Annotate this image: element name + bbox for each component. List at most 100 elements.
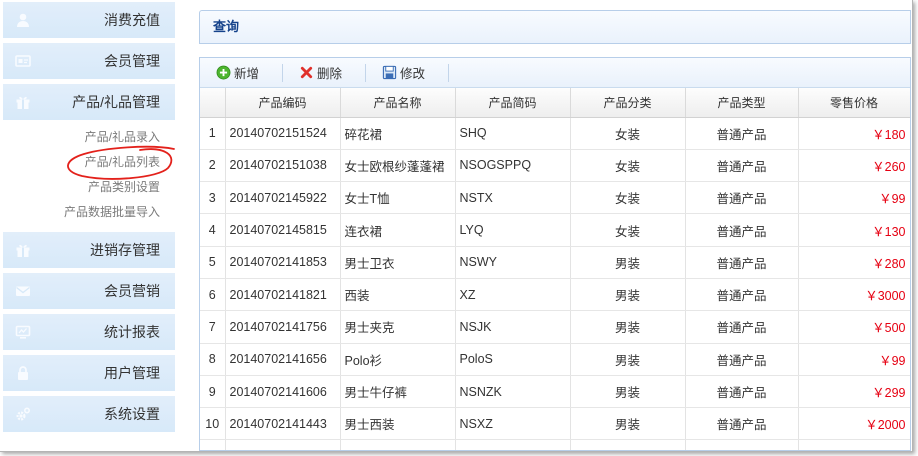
product-code-cell: 20140702141443 (225, 407, 341, 441)
table-row[interactable]: 4 20140702145815 连衣裙 LYQ 女装 普通产品 ￥130 (200, 213, 910, 247)
table-row[interactable]: 6 20140702141821 西装 XZ 男装 普通产品 ￥3000 (200, 278, 910, 312)
product-type-cell: 普通产品 (685, 375, 799, 409)
product-code-cell: 20140702141853 (225, 246, 341, 279)
submenu-item-product-list[interactable]: 产品/礼品列表 (3, 150, 175, 175)
monitor-chart-icon (15, 324, 31, 340)
sidebar-item-label: 会员营销 (104, 283, 160, 299)
sidebar-item-member-management[interactable]: 会员管理 (3, 43, 175, 79)
retail-price-cell: ￥280 (798, 246, 910, 279)
header-product-name[interactable]: 产品名称 (340, 88, 456, 118)
toolbar-group-delete: 删除 (283, 58, 366, 87)
product-code-cell: 20140702145815 (225, 213, 341, 247)
sidebar-item-product-gift-management[interactable]: 产品/礼品管理 (3, 84, 175, 120)
table-row[interactable]: 1 20140702151524 碎花裙 SHQ 女装 普通产品 ￥180 (200, 117, 910, 150)
edit-button[interactable]: 修改 (382, 63, 425, 82)
row-number-cell: 10 (200, 407, 226, 441)
product-name-cell: 碎花裙 (340, 117, 456, 150)
header-row-number (200, 88, 226, 118)
delete-icon (299, 65, 314, 80)
retail-price-cell: ￥2000 (798, 407, 910, 441)
member-card-icon (15, 53, 31, 69)
save-icon (382, 65, 397, 80)
product-type-cell: 普通产品 (685, 278, 799, 312)
product-short-code-cell: NSXZ (455, 407, 571, 441)
table-row[interactable]: 5 20140702141853 男士卫衣 NSWY 男装 普通产品 ￥280 (200, 246, 910, 279)
submenu-item-batch-import[interactable]: 产品数据批量导入 (3, 200, 175, 225)
table-row[interactable]: 9 20140702141606 男士牛仔裤 NSNZK 男装 普通产品 ￥299 (200, 375, 910, 409)
query-panel-title: 查询 (213, 19, 240, 34)
sidebar-item-label: 产品/礼品管理 (72, 94, 160, 110)
user-icon (15, 12, 31, 28)
table-row[interactable]: 2 20140702151038 女士欧根纱蓬蓬裙 NSOGSPPQ 女装 普通产品 ￥26… (200, 149, 910, 183)
table-row[interactable]: 10 20140702141443 男士西装 NSXZ 男装 普通产品 ￥2000 (200, 407, 910, 441)
product-category-cell: 男装 (570, 375, 686, 409)
table-row[interactable]: 7 20140702141756 男士夹克 NSJK 男装 普通产品 ￥500 (200, 310, 910, 344)
header-product-type[interactable]: 产品类型 (685, 88, 799, 118)
sidebar-item-consume-recharge[interactable]: 消费充值 (3, 2, 175, 38)
header-product-category[interactable]: 产品分类 (570, 88, 686, 118)
retail-price-cell: ￥260 (798, 149, 910, 183)
edit-button-label: 修改 (400, 67, 426, 81)
table-row[interactable]: 3 20140702145922 女士T恤 NSTX 女装 普通产品 ￥99 (200, 181, 910, 215)
retail-price-cell: ￥99 (798, 343, 910, 376)
product-code-cell: 20140702141756 (225, 310, 341, 344)
product-category-cell: 男装 (570, 407, 686, 441)
toolbar-group-edit: 修改 (366, 58, 449, 87)
table-row[interactable]: 8 20140702141656 Polo衫 PoloS 男装 普通产品 ￥99 (200, 343, 910, 376)
product-code-cell: 20140702151038 (225, 149, 341, 183)
product-short-code-cell: XZ (455, 278, 571, 312)
table-filler (200, 439, 910, 450)
empty-cell (225, 439, 341, 450)
sidebar-nav: 消费充值 会员管理 产品/礼品管理 产品/礼品录入 产品/礼品列表 产品类别设置… (3, 2, 175, 437)
product-type-cell: 普通产品 (685, 343, 799, 376)
empty-cell (455, 439, 571, 450)
product-short-code-cell: LYQ (455, 213, 571, 247)
product-name-cell: 男士牛仔裤 (340, 375, 456, 409)
retail-price-cell: ￥99 (798, 181, 910, 215)
header-product-short-code[interactable]: 产品简码 (455, 88, 571, 118)
retail-price-cell: ￥299 (798, 375, 910, 409)
product-type-cell: 普通产品 (685, 149, 799, 183)
sidebar-item-inventory-management[interactable]: 进销存管理 (3, 232, 175, 268)
product-short-code-cell: NSJK (455, 310, 571, 344)
product-short-code-cell: NSWY (455, 246, 571, 279)
submenu-item-product-entry[interactable]: 产品/礼品录入 (3, 125, 175, 150)
sidebar-item-statistics-reports[interactable]: 统计报表 (3, 314, 175, 350)
row-number-cell: 5 (200, 246, 226, 279)
header-retail-price[interactable]: 零售价格 (798, 88, 910, 118)
add-button-label: 新增 (234, 67, 260, 81)
lock-icon (15, 365, 31, 381)
sidebar-item-user-management[interactable]: 用户管理 (3, 355, 175, 391)
grid-toolbar: 新增 删除 修改 (200, 58, 910, 88)
row-number-cell: 1 (200, 117, 226, 150)
empty-cell (685, 439, 799, 450)
row-number-cell: 9 (200, 375, 226, 409)
product-name-cell: 男士卫衣 (340, 246, 456, 279)
sidebar-item-member-marketing[interactable]: 会员营销 (3, 273, 175, 309)
table-body: 1 20140702151524 碎花裙 SHQ 女装 普通产品 ￥180 2 20140702… (200, 117, 910, 441)
app-window: 消费充值 会员管理 产品/礼品管理 产品/礼品录入 产品/礼品列表 产品类别设置… (0, 0, 913, 452)
sidebar-item-label: 统计报表 (104, 324, 160, 340)
product-category-cell: 女装 (570, 117, 686, 150)
add-button[interactable]: 新增 (216, 63, 259, 82)
product-type-cell: 普通产品 (685, 310, 799, 344)
sidebar-item-label: 消费充值 (104, 12, 160, 28)
table-header-row: 产品编码 产品名称 产品简码 产品分类 产品类型 零售价格 (200, 88, 910, 118)
product-name-cell: 男士夹克 (340, 310, 456, 344)
retail-price-cell: ￥180 (798, 117, 910, 150)
gear-icon (15, 406, 31, 422)
row-number-cell: 4 (200, 213, 226, 247)
product-type-cell: 普通产品 (685, 181, 799, 215)
empty-cell (798, 439, 910, 450)
sidebar-item-label: 会员管理 (104, 53, 160, 69)
product-type-cell: 普通产品 (685, 407, 799, 441)
product-type-cell: 普通产品 (685, 117, 799, 150)
retail-price-cell: ￥3000 (798, 278, 910, 312)
sidebar-item-system-settings[interactable]: 系统设置 (3, 396, 175, 432)
delete-button[interactable]: 删除 (299, 63, 342, 82)
product-type-cell: 普通产品 (685, 213, 799, 247)
envelope-icon (15, 283, 31, 299)
sidebar-item-label: 进销存管理 (90, 242, 160, 258)
submenu-item-category-settings[interactable]: 产品类别设置 (3, 175, 175, 200)
header-product-code[interactable]: 产品编码 (225, 88, 341, 118)
